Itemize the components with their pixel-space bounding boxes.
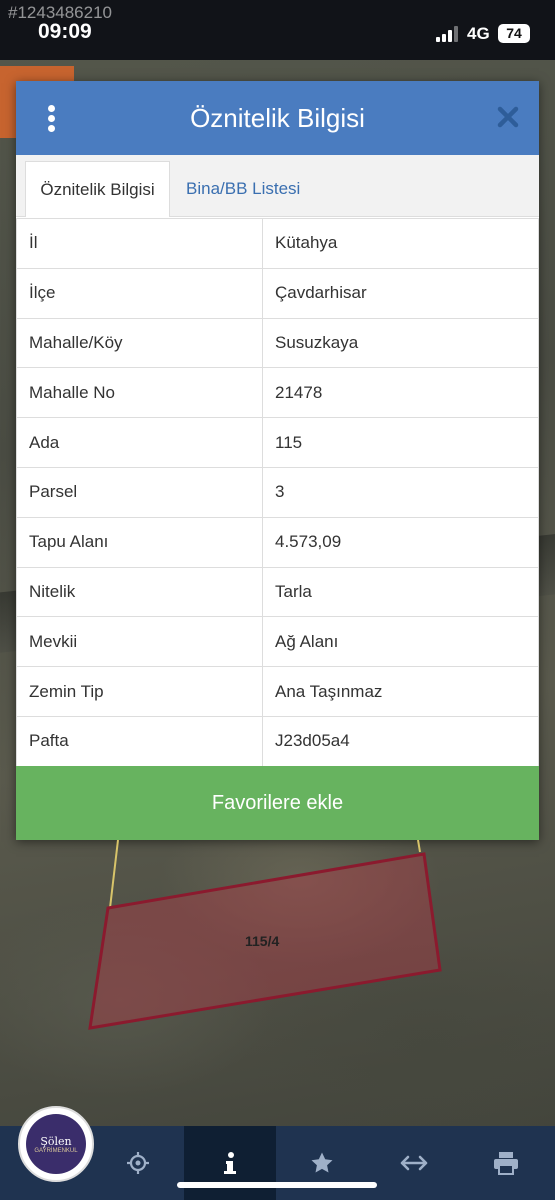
row-key: Tapu Alanı [16, 516, 263, 568]
table-row: Mevkii Ağ Alanı [16, 616, 539, 668]
table-row: Nitelik Tarla [16, 566, 539, 618]
table-row: Ada 115 [16, 417, 539, 468]
row-value: Susuzkaya [262, 317, 539, 369]
nav-locate[interactable] [92, 1126, 184, 1200]
attribute-table: İl Kütahya İlçe Çavdarhisar Mahalle/Köy Sus… [16, 218, 539, 767]
row-key: Pafta [16, 715, 263, 767]
add-to-favorites-button[interactable]: Favorilere ekle [16, 766, 539, 840]
attribute-modal: Öznitelik Bilgisi Öznitelik Bilgisi Bina… [16, 81, 539, 840]
home-indicator[interactable] [177, 1182, 377, 1188]
row-value: 21478 [262, 367, 539, 419]
modal-title: Öznitelik Bilgisi [190, 103, 365, 133]
parcel-boundary-line [109, 840, 119, 909]
row-value: 4.573,09 [262, 516, 539, 568]
table-row: Mahalle No 21478 [16, 367, 539, 419]
table-row: Pafta J23d05a4 [16, 715, 539, 767]
status-time: 09:09 [38, 20, 92, 43]
row-value: Kütahya [262, 218, 539, 269]
star-icon [311, 1152, 333, 1173]
row-value: Ana Taşınmaz [262, 666, 539, 717]
table-row: Tapu Alanı 4.573,09 [16, 516, 539, 568]
table-row: İlçe Çavdarhisar [16, 267, 539, 319]
table-row: Zemin Tip Ana Taşınmaz [16, 666, 539, 717]
row-value: Ağ Alanı [262, 616, 539, 668]
nav-info[interactable] [184, 1126, 276, 1200]
modal-tabs: Öznitelik Bilgisi Bina/BB Listesi [16, 155, 539, 217]
row-key: İlçe [16, 267, 263, 319]
parcel-label: 115/4 [245, 933, 279, 949]
row-key: Ada [16, 417, 263, 468]
row-value: J23d05a4 [262, 715, 539, 767]
row-value: Çavdarhisar [262, 267, 539, 319]
row-key: Zemin Tip [16, 666, 263, 717]
nav-favorites[interactable] [276, 1126, 368, 1200]
nav-measure[interactable] [368, 1126, 460, 1200]
close-icon[interactable] [496, 105, 520, 129]
company-logo[interactable]: Şölen GAYRİMENKUL [18, 1106, 94, 1182]
print-icon [494, 1152, 518, 1175]
modal-header: Öznitelik Bilgisi [16, 81, 539, 155]
info-icon [224, 1152, 236, 1174]
logo-name: Şölen [40, 1134, 72, 1148]
logo-mark: Şölen GAYRİMENKUL [26, 1114, 86, 1174]
signal-icon [436, 26, 462, 42]
nav-print[interactable] [460, 1126, 552, 1200]
table-row: İl Kütahya [16, 218, 539, 269]
row-key: Nitelik [16, 566, 263, 618]
table-row: Parsel 3 [16, 466, 539, 518]
measure-icon [400, 1155, 428, 1171]
row-key: Mahalle No [16, 367, 263, 419]
row-value: Tarla [262, 566, 539, 618]
locate-icon [127, 1152, 149, 1174]
row-value: 3 [262, 466, 539, 518]
parcel-boundary-line [417, 840, 421, 853]
network-label: 4G [467, 24, 490, 43]
row-value: 115 [262, 417, 539, 468]
logo-tagline: GAYRİMENKUL [34, 1147, 78, 1154]
tab-attribute-info[interactable]: Öznitelik Bilgisi [25, 161, 170, 217]
row-key: Mahalle/Köy [16, 317, 263, 369]
tab-building-list[interactable]: Bina/BB Listesi [186, 161, 300, 217]
parcel-layer[interactable]: 115/4 [0, 840, 555, 1120]
row-key: Parsel [16, 466, 263, 518]
battery-icon: 74 [498, 24, 530, 43]
image-watermark-id: #1243486210 [8, 3, 113, 22]
table-row: Mahalle/Köy Susuzkaya [16, 317, 539, 369]
row-key: İl [16, 218, 263, 269]
row-key: Mevkii [16, 616, 263, 668]
